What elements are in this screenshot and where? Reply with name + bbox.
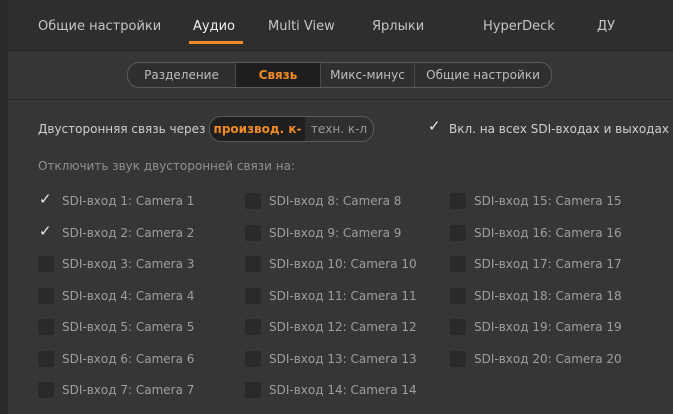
sdi-input-label: SDI-вход 4: Camera 4 <box>62 288 195 303</box>
engineering-channel-option[interactable]: техн. к-л <box>305 117 373 141</box>
sdi-input-label: SDI-вход 11: Camera 11 <box>269 288 417 303</box>
sdi-input-checkbox[interactable] <box>38 382 54 398</box>
tab-remote[interactable]: ДУ <box>597 19 615 34</box>
sdi-input-label: SDI-вход 1: Camera 1 <box>62 194 195 208</box>
sdi-input-checkbox[interactable] <box>245 382 261 398</box>
check-icon: ✓ <box>39 221 52 240</box>
sdi-input-label: SDI-вход 15: Camera 15 <box>474 194 622 208</box>
production-channel-option[interactable]: производ. к-л <box>210 117 305 141</box>
tab-hyperdeck[interactable]: HyperDeck <box>483 19 555 34</box>
enable-all-sdi-label: Вкл. на всех SDI-входах и выходах <box>449 122 669 136</box>
sdi-input-checkbox[interactable] <box>38 350 54 367</box>
sdi-input-label: SDI-вход 14: Camera 14 <box>269 383 417 397</box>
sdi-input-checkbox[interactable]: ✓ <box>38 190 54 209</box>
tab-labels[interactable]: Ярлыки <box>372 19 424 34</box>
sdi-input-checkbox[interactable] <box>245 350 261 367</box>
sdi-input-checkbox[interactable] <box>450 256 466 272</box>
mute-heading: Отключить звук двусторонней связи на: <box>38 159 296 173</box>
subtab-mix-minus[interactable]: Микс-минус <box>321 63 415 87</box>
enable-all-sdi-checkbox[interactable]: ✓ <box>427 117 443 136</box>
sdi-input-label: SDI-вход 6: Camera 6 <box>62 351 195 366</box>
audio-settings-panel: Общие настройки Аудио Multi View Ярлыки … <box>8 0 673 414</box>
sdi-input-label: SDI-вход 16: Camera 16 <box>474 225 622 240</box>
sdi-input-label: SDI-вход 3: Camera 3 <box>62 257 195 271</box>
sdi-input-checkbox[interactable] <box>450 193 466 209</box>
sdi-input-checkbox[interactable] <box>450 319 466 335</box>
sdi-input-checkbox[interactable]: ✓ <box>38 221 54 241</box>
sdi-input-label: SDI-вход 17: Camera 17 <box>474 257 622 271</box>
sdi-input-label: SDI-вход 13: Camera 13 <box>269 351 417 366</box>
sdi-input-checkbox[interactable] <box>450 224 466 241</box>
subtab-general[interactable]: Общие настройки <box>415 63 551 87</box>
sdi-input-checkbox[interactable] <box>450 350 466 367</box>
sdi-input-checkbox[interactable] <box>245 287 261 304</box>
check-icon: ✓ <box>39 190 52 208</box>
audio-subtab-selector: Разделение Связь Микс-минус Общие настро… <box>127 62 552 88</box>
sdi-input-label: SDI-вход 10: Camera 10 <box>269 257 417 271</box>
top-tab-bar: Общие настройки Аудио Multi View Ярлыки … <box>8 0 673 51</box>
tab-general-settings[interactable]: Общие настройки <box>38 19 161 34</box>
check-icon: ✓ <box>428 117 441 135</box>
sdi-input-checkbox[interactable] <box>38 319 54 335</box>
sdi-input-checkbox[interactable] <box>450 287 466 304</box>
sdi-input-label: SDI-вход 9: Camera 9 <box>269 225 402 240</box>
sdi-input-checkbox[interactable] <box>245 224 261 241</box>
sdi-input-checkbox[interactable] <box>245 319 261 335</box>
sdi-input-label: SDI-вход 2: Camera 2 <box>62 225 195 240</box>
sdi-input-checkbox[interactable] <box>38 287 54 304</box>
tab-audio[interactable]: Аудио <box>193 19 235 34</box>
sdi-input-checkbox[interactable] <box>245 256 261 272</box>
subtab-talkback[interactable]: Связь <box>236 63 321 87</box>
sdi-input-label: SDI-вход 7: Camera 7 <box>62 383 195 397</box>
tab-multi-view[interactable]: Multi View <box>268 19 335 34</box>
sdi-input-label: SDI-вход 12: Camera 12 <box>269 320 417 334</box>
divider <box>8 99 673 100</box>
sdi-input-label: SDI-вход 18: Camera 18 <box>474 288 622 303</box>
sdi-input-label: SDI-вход 8: Camera 8 <box>269 194 402 208</box>
subtab-split[interactable]: Разделение <box>128 63 236 87</box>
sdi-input-label: SDI-вход 19: Camera 19 <box>474 320 622 334</box>
talkback-channel-selector: производ. к-л техн. к-л <box>209 116 374 142</box>
sdi-input-label: SDI-вход 20: Camera 20 <box>474 351 622 366</box>
talkback-via-label: Двусторонняя связь через <box>38 122 206 136</box>
sdi-input-label: SDI-вход 5: Camera 5 <box>62 320 195 334</box>
sdi-input-checkbox[interactable] <box>38 256 54 272</box>
sdi-input-checkbox[interactable] <box>245 193 261 209</box>
active-tab-indicator <box>189 41 243 44</box>
